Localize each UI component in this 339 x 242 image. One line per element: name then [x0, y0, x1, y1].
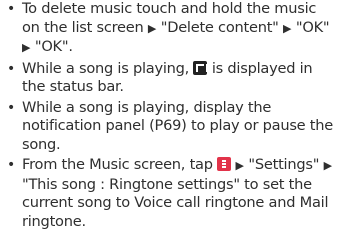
bullet: •	[7, 1, 16, 17]
note-delete-music: • To delete music touch and hold the musi…	[0, 0, 339, 58]
bullet: •	[7, 99, 16, 116]
note-notification-panel: • While a song is playing, display the no…	[0, 99, 339, 155]
note-text: While a song is playing, display the not…	[22, 98, 334, 153]
note-ringtone-settings: • From the Music screen, tap ▶ "Settings"…	[0, 156, 339, 231]
menu-key-icon	[217, 157, 232, 171]
note-text: "OK".	[30, 38, 73, 55]
arrow-icon: ▶	[323, 159, 333, 172]
note-text: "Settings"	[244, 156, 324, 173]
note-text: "This song : Ringtone settings" to set t…	[22, 175, 329, 230]
arrow-icon: ▶	[283, 21, 292, 35]
notes-list: • To delete music touch and hold the musi…	[0, 0, 339, 231]
arrow-icon: ▶	[235, 159, 245, 172]
music-note-status-icon	[193, 60, 209, 75]
note-text: "Delete content"	[156, 18, 284, 36]
note-text: From the Music screen, tap	[22, 156, 218, 173]
bullet: •	[7, 60, 16, 77]
bullet: •	[7, 157, 16, 173]
note-text: While a song is playing,	[22, 59, 194, 77]
note-text: "OK"	[291, 18, 330, 36]
note-status-bar: • While a song is playing, is displayed i…	[0, 60, 339, 97]
